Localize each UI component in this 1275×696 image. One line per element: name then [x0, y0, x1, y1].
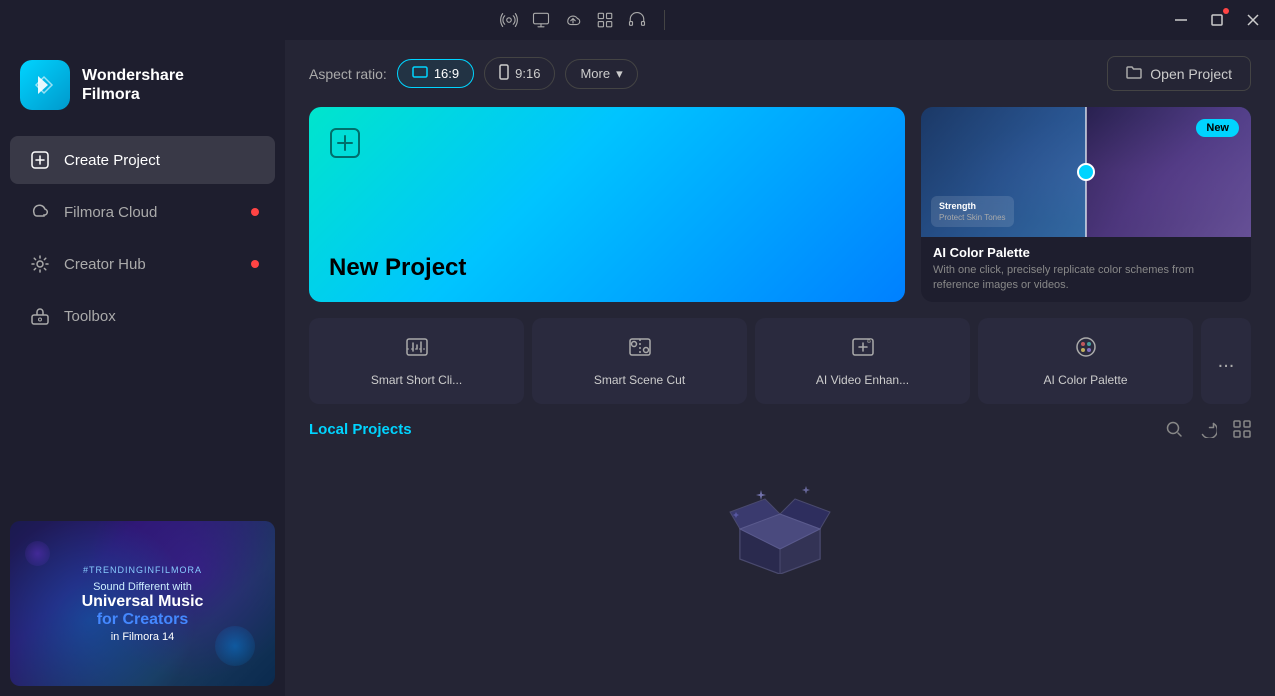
empty-projects-state — [309, 454, 1251, 594]
ai-card-pagination-dots — [921, 300, 1251, 302]
titlebar-icons — [500, 10, 669, 30]
broadcast-icon[interactable] — [500, 11, 518, 29]
promo-tag: #TrendingInFilmora — [83, 565, 202, 575]
filmora-cloud-notification-dot — [251, 208, 259, 216]
grid-icon[interactable] — [596, 11, 614, 29]
create-project-label: Create Project — [64, 152, 160, 169]
close-button[interactable] — [1239, 6, 1267, 34]
phone-small-icon — [499, 64, 509, 83]
smart-scene-cut-label: Smart Scene Cut — [594, 373, 685, 387]
refresh-projects-button[interactable] — [1199, 420, 1217, 438]
local-projects-actions — [1165, 420, 1251, 438]
headset-icon[interactable] — [628, 11, 646, 29]
creator-hub-icon — [30, 254, 50, 274]
aspect-16-9-button[interactable]: 16:9 — [397, 59, 474, 88]
titlebar — [0, 0, 1275, 40]
ai-video-enhance-label: AI Video Enhan... — [816, 373, 909, 387]
search-projects-button[interactable] — [1165, 420, 1183, 438]
cards-area: New Project Strength Protect Skin Tones — [285, 107, 1275, 318]
sidebar-item-create-project[interactable]: Create Project — [10, 136, 275, 184]
promo-banner: #TrendingInFilmora Sound Different with … — [10, 521, 275, 686]
toolbox-label: Toolbox — [64, 308, 116, 325]
sidebar-promo[interactable]: #TrendingInFilmora Sound Different with … — [0, 511, 285, 696]
smart-short-clip-icon — [405, 335, 429, 365]
sidebar-item-creator-hub[interactable]: Creator Hub — [10, 240, 275, 288]
app-logo-icon — [20, 60, 70, 110]
promo-line2: Universal Music — [82, 593, 204, 611]
creator-hub-label: Creator Hub — [64, 256, 146, 273]
maximize-button[interactable] — [1203, 6, 1231, 34]
smart-short-clip-label: Smart Short Cli... — [371, 373, 462, 387]
ai-color-palette-button[interactable]: AI Color Palette — [978, 318, 1193, 404]
logo-text: Wondershare Filmora — [82, 66, 184, 104]
aspect-ratio-bar: Aspect ratio: 16:9 9:16 More — [285, 40, 1275, 107]
monitor-small-icon — [412, 66, 428, 81]
smart-scene-cut-icon — [628, 335, 652, 365]
filmora-cloud-label: Filmora Cloud — [64, 204, 157, 221]
main-content: Aspect ratio: 16:9 9:16 More — [285, 40, 1275, 696]
main-layout: Wondershare Filmora Create Project Filmo… — [0, 40, 1275, 696]
ai-showcase-card: Strength Protect Skin Tones New AI Color… — [921, 107, 1251, 302]
company-name: Wondershare — [82, 66, 184, 85]
ai-color-palette-label: AI Color Palette — [1043, 373, 1127, 387]
sidebar-item-filmora-cloud[interactable]: Filmora Cloud — [10, 188, 275, 236]
ai-color-palette-icon — [1074, 335, 1098, 365]
creator-hub-notification-dot — [251, 260, 259, 268]
open-project-button[interactable]: Open Project — [1107, 56, 1251, 91]
more-features-icon: ... — [1218, 350, 1235, 373]
aspect-9-16-button[interactable]: 9:16 — [484, 57, 555, 90]
promo-line3: for Creators — [97, 611, 189, 629]
filmora-cloud-icon — [30, 202, 50, 222]
monitor-icon[interactable] — [532, 11, 550, 29]
new-project-label: New Project — [329, 254, 885, 282]
local-projects-section: Local Projects — [285, 420, 1275, 696]
more-features-button[interactable]: ... — [1201, 318, 1251, 404]
folder-icon — [1126, 65, 1142, 82]
smart-short-clip-button[interactable]: Smart Short Cli... — [309, 318, 524, 404]
ai-card-new-badge: New — [1196, 119, 1239, 137]
sidebar-logo: Wondershare Filmora — [0, 40, 285, 134]
local-projects-header: Local Projects — [309, 420, 1251, 438]
toolbox-icon — [30, 306, 50, 326]
ai-card-info: AI Color Palette With one click, precise… — [921, 237, 1251, 300]
sidebar: Wondershare Filmora Create Project Filmo… — [0, 40, 285, 696]
window-controls — [1167, 6, 1267, 34]
smart-scene-cut-button[interactable]: Smart Scene Cut — [532, 318, 747, 404]
promo-line1: Sound Different with — [93, 581, 192, 593]
promo-line4: in Filmora 14 — [111, 631, 175, 643]
ai-video-enhance-button[interactable]: AI Video Enhan... — [755, 318, 970, 404]
feature-buttons-row: Smart Short Cli... Smart Scene Cut — [285, 318, 1275, 420]
product-name: Filmora — [82, 85, 184, 104]
new-project-plus-icon — [329, 127, 361, 166]
ai-card-title: AI Color Palette — [933, 245, 1239, 260]
more-aspect-ratios-button[interactable]: More ▾ — [565, 59, 637, 89]
minimize-button[interactable] — [1167, 6, 1195, 34]
local-projects-title: Local Projects — [309, 421, 1165, 438]
create-project-icon — [30, 150, 50, 170]
ai-video-enhance-icon — [851, 335, 875, 365]
more-label: More — [580, 66, 610, 81]
sidebar-item-toolbox[interactable]: Toolbox — [10, 292, 275, 340]
titlebar-divider — [664, 10, 665, 30]
chevron-down-icon: ▾ — [616, 66, 623, 82]
aspect-ratio-label: Aspect ratio: — [309, 66, 387, 82]
ai-card-description: With one click, precisely replicate colo… — [933, 263, 1239, 294]
view-toggle-button[interactable] — [1233, 420, 1251, 438]
cloud-upload-icon[interactable] — [564, 11, 582, 29]
new-project-card[interactable]: New Project — [309, 107, 905, 302]
